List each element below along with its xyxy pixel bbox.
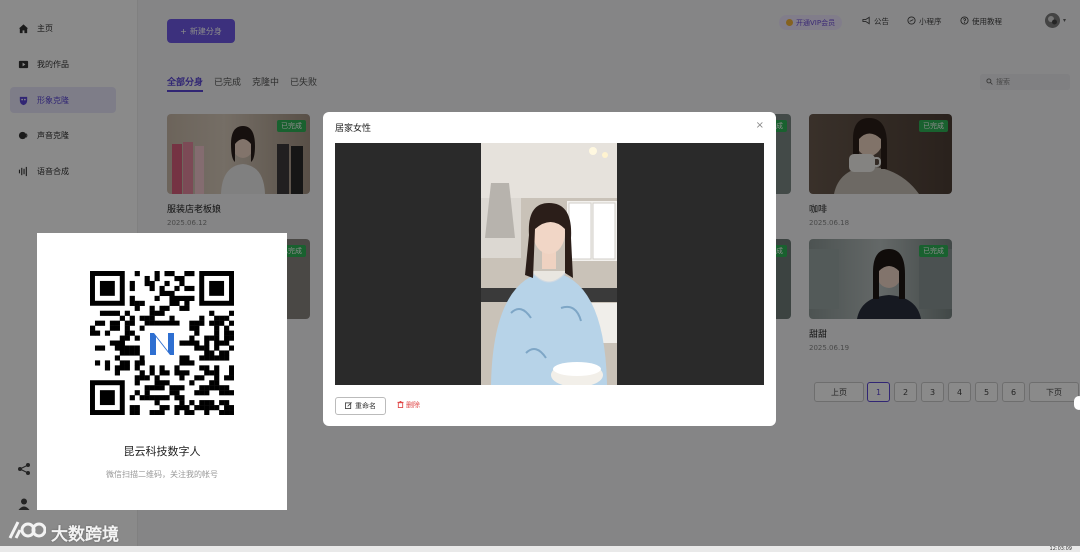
close-icon[interactable]: × — [756, 120, 764, 131]
trash-icon — [397, 400, 404, 410]
video-frame — [481, 143, 617, 385]
rename-label: 重命名 — [355, 402, 376, 410]
modal-title: 居家女性 — [335, 124, 372, 134]
edit-icon — [345, 401, 352, 411]
taskbar-clock: 12:03:09 — [1049, 546, 1072, 552]
side-handle[interactable] — [1074, 396, 1080, 410]
watermark-logo-icon — [6, 518, 47, 547]
qr-code-card: 昆云科技数字人 微信扫描二维码，关注我的帐号 — [37, 233, 287, 510]
watermark: 大数跨境 — [6, 518, 119, 547]
delete-button[interactable]: 删除 — [397, 400, 420, 410]
qr-code — [90, 271, 235, 416]
preview-modal: 居家女性 × 重命名 删除 — [323, 112, 776, 426]
video-player[interactable] — [335, 143, 764, 385]
rename-button[interactable]: 重命名 — [335, 397, 386, 415]
qr-card-subtitle: 微信扫描二维码，关注我的帐号 — [106, 470, 218, 479]
taskbar — [0, 546, 1080, 552]
watermark-text: 大数跨境 — [51, 525, 119, 545]
delete-label: 删除 — [406, 401, 420, 409]
qr-card-title: 昆云科技数字人 — [123, 445, 201, 458]
